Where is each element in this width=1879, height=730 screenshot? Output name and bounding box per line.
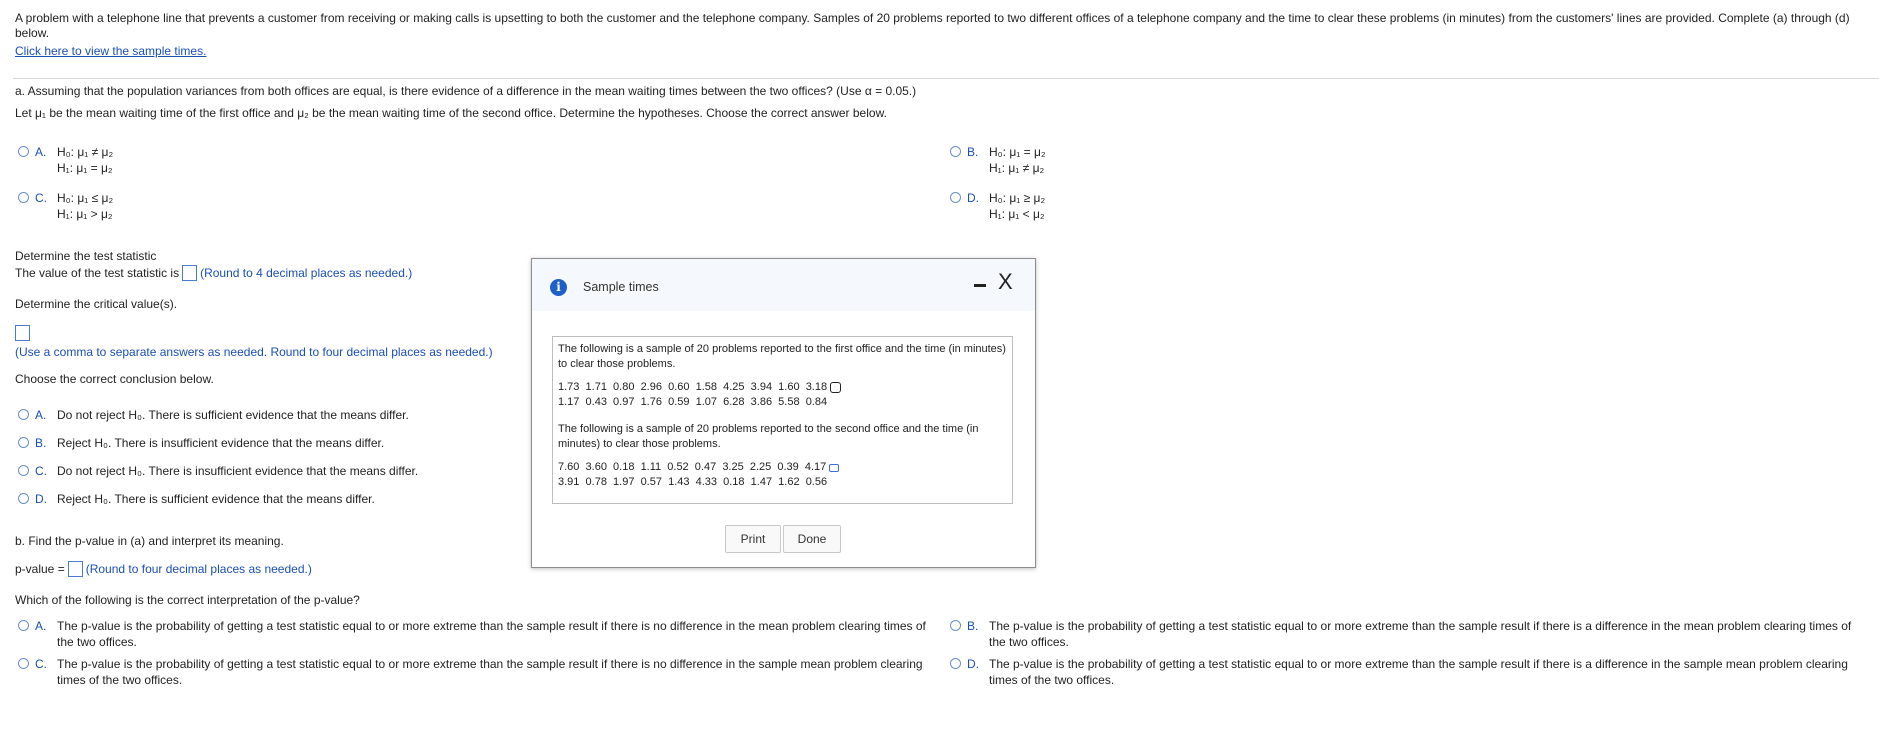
- print-button[interactable]: Print: [725, 525, 781, 553]
- hypothesis-text: H₀: μ₁ ≤ μ₂ H₁: μ₁ > μ₂: [57, 191, 114, 221]
- office2-row-2: 3.91 0.78 1.97 0.57 1.43 4.33 0.18 1.47 …: [558, 476, 828, 488]
- pvalue-row: p-value = (Round to four decimal places …: [15, 561, 312, 577]
- radio-button[interactable]: [950, 658, 961, 669]
- test-stat-label: The value of the test statistic is: [15, 266, 180, 280]
- dialog-title: Sample times: [583, 280, 659, 294]
- interpretation-heading: Which of the following is the correct in…: [15, 593, 360, 607]
- conclusion-heading: Choose the correct conclusion below.: [15, 372, 214, 386]
- dialog-header: i Sample times X: [532, 259, 1035, 311]
- option-letter: A.: [35, 145, 47, 159]
- option-letter: C.: [35, 191, 47, 205]
- interpretation-text: The p-value is the probability of gettin…: [989, 619, 1852, 649]
- test-stat-hint: (Round to 4 decimal places as needed.): [200, 266, 413, 280]
- option-letter: A.: [35, 408, 47, 422]
- option-letter: C.: [35, 657, 47, 671]
- hypothesis-option-d[interactable]: D. H₀: μ₁ ≥ μ₂ H₁: μ₁ < μ₂: [950, 190, 1045, 222]
- option-letter: D.: [35, 492, 47, 506]
- critical-value-input[interactable]: [15, 325, 30, 341]
- radio-button[interactable]: [18, 409, 29, 420]
- hypothesis-option-b[interactable]: B. H₀: μ₁ = μ₂ H₁: μ₁ ≠ μ₂: [950, 144, 1046, 176]
- test-stat-heading: Determine the test statistic: [15, 249, 157, 263]
- radio-button[interactable]: [18, 620, 29, 631]
- option-letter: B.: [967, 145, 979, 159]
- office1-data: 1.73 1.71 0.80 2.96 0.60 1.58 4.25 3.94 …: [558, 380, 1007, 410]
- hypothesis-instructions: Let μ₁ be the mean waiting time of the f…: [15, 106, 887, 120]
- done-button[interactable]: Done: [783, 525, 841, 553]
- conclusion-text: Reject H₀. There is sufficient evidence …: [57, 492, 375, 506]
- hypothesis-option-a[interactable]: A. H₀: μ₁ ≠ μ₂ H₁: μ₁ = μ₂: [18, 144, 113, 176]
- close-button[interactable]: X: [998, 271, 1013, 293]
- radio-button[interactable]: [18, 192, 29, 203]
- part-a-question: a. Assuming that the population variance…: [15, 84, 917, 98]
- pvalue-input[interactable]: [67, 561, 83, 577]
- critical-heading: Determine the critical value(s).: [15, 297, 178, 311]
- interpretation-option-c[interactable]: C. The p-value is the probability of get…: [18, 656, 938, 688]
- pvalue-hint: (Round to four decimal places as needed.…: [85, 562, 312, 576]
- conclusion-text: Reject H₀. There is insufficient evidenc…: [57, 436, 385, 450]
- office1-row-1: 1.73 1.71 0.80 2.96 0.60 1.58 4.25 3.94 …: [558, 381, 828, 393]
- copy-data-icon[interactable]: [830, 382, 842, 393]
- radio-button[interactable]: [18, 465, 29, 476]
- radio-button[interactable]: [950, 146, 961, 157]
- interpretation-text: The p-value is the probability of gettin…: [57, 619, 926, 649]
- conclusion-option-d[interactable]: D. Reject H₀. There is sufficient eviden…: [18, 491, 375, 507]
- option-letter: B.: [35, 436, 47, 450]
- radio-button[interactable]: [950, 620, 961, 631]
- conclusion-option-a[interactable]: A. Do not reject H₀. There is sufficient…: [18, 407, 409, 423]
- interpretation-option-d[interactable]: D. The p-value is the probability of get…: [950, 656, 1875, 688]
- critical-hint: (Use a comma to separate answers as need…: [15, 345, 493, 359]
- conclusion-option-c[interactable]: C. Do not reject H₀. There is insufficie…: [18, 463, 418, 479]
- view-sample-times-link[interactable]: Click here to view the sample times.: [15, 44, 206, 58]
- office1-description: The following is a sample of 20 problems…: [558, 343, 1006, 370]
- sample-times-dialog: i Sample times X The following is a samp…: [531, 258, 1036, 568]
- radio-button[interactable]: [18, 493, 29, 504]
- option-letter: A.: [35, 619, 47, 633]
- part-b-question: b. Find the p-value in (a) and interpret…: [15, 534, 284, 548]
- office1-row-2: 1.17 0.43 0.97 1.76 0.59 1.07 6.28 3.86 …: [558, 396, 828, 408]
- interpretation-text: The p-value is the probability of gettin…: [989, 657, 1848, 687]
- copy-data-icon[interactable]: [829, 463, 840, 472]
- radio-button[interactable]: [950, 192, 961, 203]
- radio-button[interactable]: [18, 658, 29, 669]
- option-letter: D.: [967, 657, 979, 671]
- minimize-button[interactable]: [974, 284, 986, 287]
- radio-button[interactable]: [18, 437, 29, 448]
- radio-button[interactable]: [18, 146, 29, 157]
- conclusion-text: Do not reject H₀. There is insufficient …: [57, 464, 419, 478]
- office2-row-1: 7.60 3.60 0.18 1.11 0.52 0.47 3.25 2.25 …: [558, 461, 827, 473]
- interpretation-option-a[interactable]: A. The p-value is the probability of get…: [18, 618, 938, 650]
- pvalue-label: p-value =: [15, 562, 65, 576]
- office2-description: The following is a sample of 20 problems…: [558, 423, 979, 450]
- interpretation-option-b[interactable]: B. The p-value is the probability of get…: [950, 618, 1875, 650]
- test-stat-row: The value of the test statistic is (Roun…: [15, 265, 412, 281]
- hypothesis-text: H₀: μ₁ ≠ μ₂ H₁: μ₁ = μ₂: [57, 145, 114, 175]
- interpretation-text: The p-value is the probability of gettin…: [57, 657, 923, 687]
- divider: [13, 78, 1879, 79]
- hypothesis-text: H₀: μ₁ = μ₂ H₁: μ₁ ≠ μ₂: [989, 145, 1046, 175]
- test-stat-input[interactable]: [182, 265, 198, 281]
- office2-data: 7.60 3.60 0.18 1.11 0.52 0.47 3.25 2.25 …: [558, 460, 1007, 490]
- intro-text: A problem with a telephone line that pre…: [15, 11, 1850, 40]
- option-letter: D.: [967, 191, 979, 205]
- hypothesis-option-c[interactable]: C. H₀: μ₁ ≤ μ₂ H₁: μ₁ > μ₂: [18, 190, 113, 222]
- conclusion-text: Do not reject H₀. There is sufficient ev…: [57, 408, 409, 422]
- option-letter: B.: [967, 619, 979, 633]
- hypothesis-text: H₀: μ₁ ≥ μ₂ H₁: μ₁ < μ₂: [989, 191, 1046, 221]
- option-letter: C.: [35, 464, 47, 478]
- info-icon: i: [550, 279, 567, 296]
- conclusion-option-b[interactable]: B. Reject H₀. There is insufficient evid…: [18, 435, 384, 451]
- sample-data-panel: The following is a sample of 20 problems…: [552, 336, 1013, 504]
